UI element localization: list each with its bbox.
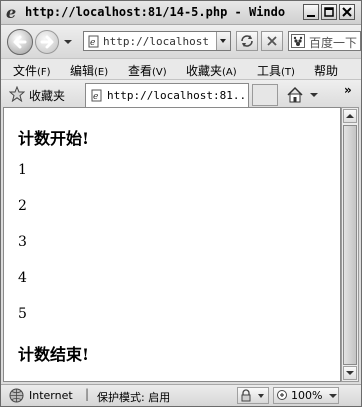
scroll-down-button[interactable]: [343, 366, 357, 380]
chevron-up-icon: [346, 114, 354, 118]
page-icon: e: [88, 35, 99, 48]
favorites-bar: 收藏夹 e http://localhost:81... »: [1, 79, 361, 107]
lock-icon: [241, 389, 264, 402]
menu-favorites-key: (A): [222, 67, 237, 78]
svg-text:e: e: [90, 38, 95, 48]
page-content: 计数开始! 1 2 3 4 5 计数结束!: [3, 107, 341, 382]
more-button[interactable]: »: [344, 83, 352, 97]
search-input[interactable]: 百度一下: [309, 34, 357, 50]
address-input[interactable]: http://localhost:8: [103, 35, 211, 48]
minimize-button[interactable]: [303, 4, 319, 20]
count-item: 1: [18, 162, 27, 178]
home-icon: [287, 86, 318, 103]
zoom-level: 100%: [291, 389, 323, 402]
menu-tools-key: (T): [281, 67, 295, 78]
menu-tools-label: 工具: [257, 64, 282, 78]
maximize-icon: [324, 7, 334, 17]
zoom-icon: [277, 390, 287, 400]
back-arrow-icon: [13, 35, 27, 49]
search-icon: [291, 34, 305, 48]
scroll-up-button[interactable]: [343, 109, 357, 123]
page-icon: e: [91, 89, 102, 102]
protected-mode-status[interactable]: 保护模式: 启用: [97, 389, 170, 405]
security-zone: Internet: [29, 389, 73, 402]
menu-file[interactable]: 文件(F): [13, 62, 51, 79]
stop-icon: [267, 36, 277, 46]
forward-arrow-icon: [40, 35, 54, 49]
compatibility-refresh-button[interactable]: [236, 31, 258, 51]
status-separator: |: [85, 387, 90, 401]
count-item: 2: [18, 198, 27, 214]
minimize-icon: [307, 15, 315, 17]
scroll-thumb[interactable]: [343, 125, 357, 365]
tab-active[interactable]: e http://localhost:81...: [85, 83, 249, 107]
favorites-button[interactable]: 收藏夹: [29, 87, 65, 104]
svg-text:e: e: [93, 92, 98, 102]
security-button[interactable]: [237, 387, 269, 404]
count-item: 5: [18, 306, 27, 322]
window-title: http://localhost:81/14-5.php - Window...: [25, 5, 285, 19]
history-dropdown-icon[interactable]: [63, 38, 73, 46]
maximize-button[interactable]: [321, 4, 337, 20]
chevron-down-icon: [329, 394, 337, 398]
title-bar: e http://localhost:81/14-5.php - Window.…: [1, 1, 361, 25]
star-icon[interactable]: [9, 86, 25, 102]
forward-button[interactable]: [35, 30, 59, 54]
browser-window: e http://localhost:81/14-5.php - Window.…: [0, 0, 362, 407]
home-button[interactable]: [285, 85, 319, 105]
vertical-scrollbar[interactable]: [341, 107, 359, 382]
address-dropdown-button[interactable]: [216, 32, 230, 50]
close-button[interactable]: [339, 4, 355, 20]
svg-text:e: e: [6, 4, 16, 20]
heading-end: 计数结束!: [18, 345, 90, 364]
ie-logo-icon: e: [6, 4, 16, 20]
tab-title: http://localhost:81...: [107, 89, 247, 102]
zoom-button[interactable]: 100%: [273, 387, 339, 404]
search-box[interactable]: 百度一下: [288, 31, 361, 51]
menu-help[interactable]: 帮助: [314, 62, 338, 79]
count-item: 3: [18, 234, 27, 250]
new-tab-button[interactable]: [252, 84, 278, 106]
stop-button[interactable]: [261, 31, 283, 51]
menu-edit-label: 编辑: [70, 64, 95, 78]
menu-edit-key: (E): [94, 67, 109, 78]
back-button[interactable]: [7, 29, 33, 55]
chevron-down-icon: [220, 39, 226, 43]
menu-view-key: (V): [152, 67, 167, 78]
close-icon: [342, 7, 352, 17]
menu-view-label: 查看: [128, 64, 153, 78]
heading-start: 计数开始!: [18, 129, 90, 148]
menu-favorites-label: 收藏夹: [186, 64, 223, 78]
globe-icon: [9, 388, 24, 403]
menu-favorites[interactable]: 收藏夹(A): [186, 62, 237, 79]
menu-edit[interactable]: 编辑(E): [70, 62, 108, 79]
menu-file-label: 文件: [13, 64, 38, 78]
menu-tools[interactable]: 工具(T): [257, 62, 295, 79]
menu-bar: 文件(F) 编辑(E) 查看(V) 收藏夹(A) 工具(T) 帮助: [1, 58, 361, 79]
address-bar[interactable]: e http://localhost:8: [83, 31, 231, 51]
count-item: 4: [18, 270, 27, 286]
menu-help-label: 帮助: [314, 64, 339, 78]
chevron-down-icon: [346, 371, 354, 375]
status-bar: Internet | 保护模式: 启用 100%: [1, 384, 361, 406]
refresh-icon: [241, 35, 253, 47]
navigation-bar: e http://localhost:8 百度一下: [1, 25, 361, 58]
menu-view[interactable]: 查看(V): [128, 62, 167, 79]
menu-file-key: (F): [37, 67, 51, 78]
